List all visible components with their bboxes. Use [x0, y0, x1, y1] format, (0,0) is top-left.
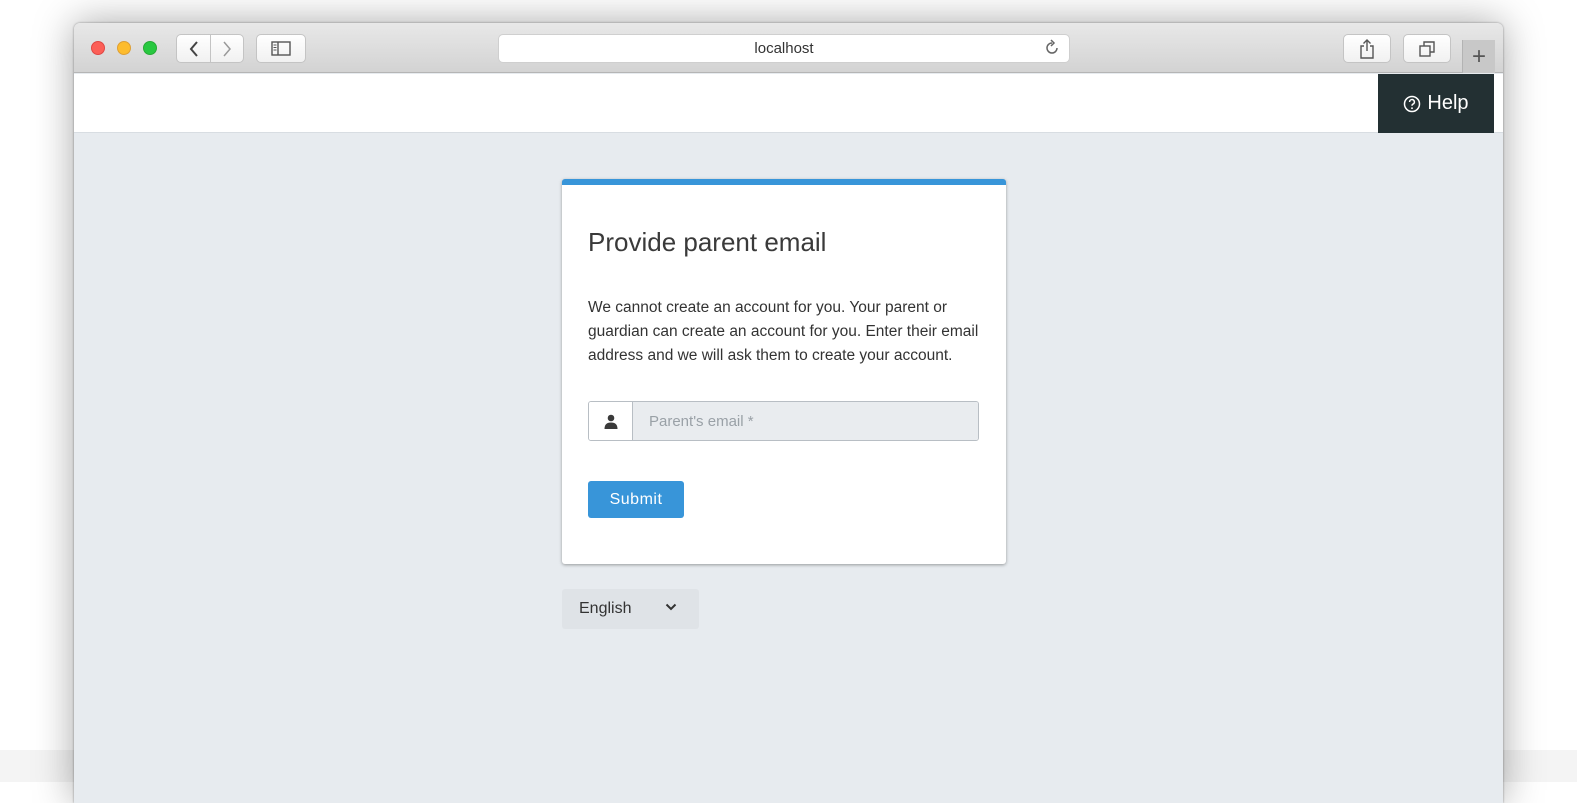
zoom-window-button[interactable]: [143, 41, 157, 55]
sidebar-icon: [271, 41, 291, 56]
address-bar[interactable]: localhost: [498, 34, 1070, 63]
chevron-down-icon: [665, 603, 677, 611]
card-description: We cannot create an account for you. You…: [588, 299, 979, 364]
minimize-window-button[interactable]: [117, 41, 131, 55]
share-button[interactable]: [1343, 34, 1391, 63]
chevron-right-icon: [223, 41, 231, 56]
navigation-buttons: [176, 34, 244, 63]
question-circle-icon: [1404, 95, 1421, 112]
show-tabs-button[interactable]: [1403, 34, 1451, 63]
sidebar-toggle-button[interactable]: [256, 34, 306, 63]
browser-window: localhost + Help Provide parent email We…: [74, 23, 1503, 803]
parent-email-input[interactable]: [633, 402, 978, 440]
new-tab-button[interactable]: +: [1462, 40, 1495, 73]
user-icon: [604, 414, 617, 429]
page-header: Help: [74, 74, 1503, 133]
reload-button[interactable]: [1043, 39, 1061, 61]
language-select[interactable]: English: [562, 589, 699, 629]
help-button[interactable]: Help: [1378, 74, 1494, 133]
chevron-left-icon: [189, 40, 198, 57]
browser-toolbar: localhost +: [74, 23, 1503, 73]
back-button[interactable]: [177, 35, 210, 62]
tabs-icon: [1419, 40, 1435, 57]
page-title: Provide parent email: [588, 227, 827, 257]
parent-email-field-group: [588, 401, 979, 441]
reload-icon: [1046, 39, 1058, 54]
user-icon-addon: [589, 402, 633, 440]
share-icon: [1360, 38, 1374, 59]
help-label: Help: [1427, 92, 1469, 114]
forward-button[interactable]: [210, 35, 243, 62]
close-window-button[interactable]: [91, 41, 105, 55]
language-selected-value: English: [579, 600, 632, 617]
url-text: localhost: [754, 40, 814, 57]
submit-button[interactable]: Submit: [588, 481, 684, 518]
parent-email-card: Provide parent email We cannot create an…: [562, 179, 1006, 564]
